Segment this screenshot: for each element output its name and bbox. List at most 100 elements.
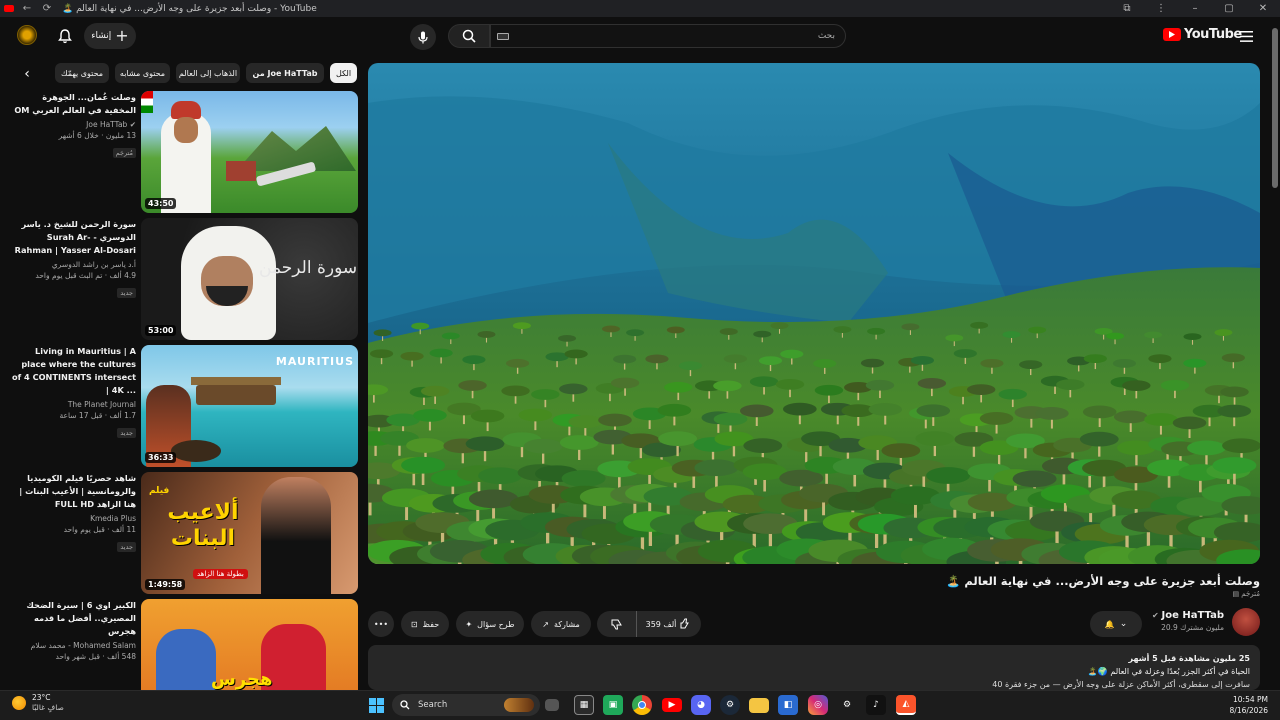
share-button[interactable]: ↗ مشاركة bbox=[531, 611, 591, 637]
chip-go-world[interactable]: الذهاب إلى العالم bbox=[176, 63, 240, 83]
reload-icon[interactable]: ⟳ bbox=[40, 3, 54, 14]
chip-label: الذهاب إلى العالم bbox=[178, 68, 238, 78]
youtube-tab-icon bbox=[4, 5, 14, 12]
extensions-icon[interactable]: ⧉ bbox=[1110, 3, 1144, 14]
video-duration: 53:00 bbox=[145, 325, 177, 336]
close-button[interactable]: ✕ bbox=[1246, 3, 1280, 14]
views-date: 25 مليون مشاهدة قبل 5 أشهر bbox=[1128, 654, 1250, 663]
instagram-icon[interactable]: ◎ bbox=[808, 695, 828, 715]
weather-icon bbox=[12, 696, 26, 710]
avatar[interactable] bbox=[17, 25, 37, 45]
app-icon-blue[interactable]: ◧ bbox=[778, 695, 798, 715]
search-button[interactable] bbox=[448, 24, 490, 48]
chip-from-channel[interactable]: من Joe HaTTab bbox=[246, 63, 324, 83]
chip-all[interactable]: الكل bbox=[330, 63, 357, 83]
video-description[interactable]: 25 مليون مشاهدة قبل 5 أشهر الحياة في أكث… bbox=[368, 645, 1260, 690]
bookmark-icon: ⊡ bbox=[410, 619, 418, 629]
task-view-icon[interactable] bbox=[545, 699, 559, 711]
channel-avatar[interactable] bbox=[1232, 608, 1260, 636]
video-thumbnail[interactable]: فيلم ألاعيب البنات بطولة هنا الزاهد 1:49… bbox=[141, 472, 358, 594]
video-duration: 1:49:58 bbox=[145, 579, 186, 590]
video-title[interactable]: سورة الرحمن للشيخ د. ياسر الدوسري - Sura… bbox=[10, 218, 136, 257]
browser-titlebar: ← ⟳ YouTube - وصلت أبعد جزيرة على وجه ال… bbox=[0, 0, 1280, 17]
chip-label: محتوى مشابه bbox=[119, 68, 166, 78]
thumbnail-text: هجرس bbox=[211, 669, 273, 690]
channel-name[interactable]: Joe HaTTab bbox=[86, 120, 127, 129]
status-badge: جديد bbox=[117, 288, 136, 298]
ask-button[interactable]: ✦ طرح سؤال bbox=[456, 611, 524, 637]
video-thumbnail[interactable]: MAURITIUS 36:33 bbox=[141, 345, 358, 467]
channel-name[interactable]: Kmedia Plus bbox=[10, 514, 136, 523]
video-meta: الكبير اوي 6 | سيرة الضحك المصيري.. أفضل… bbox=[10, 599, 136, 661]
like-button[interactable]: 359 ألف bbox=[637, 611, 701, 637]
file-explorer-icon[interactable] bbox=[749, 698, 769, 713]
subscribe-bell-button[interactable]: 🔔 ⌄ bbox=[1090, 611, 1142, 637]
video-player[interactable] bbox=[368, 63, 1260, 564]
video-thumbnail[interactable]: 43:50 bbox=[141, 91, 358, 213]
back-icon[interactable]: ← bbox=[20, 3, 34, 14]
video-title[interactable]: شاهد حصريًا فيلم الكوميديا والرومانسية |… bbox=[10, 472, 136, 511]
store-icon[interactable]: ▦ bbox=[574, 695, 594, 715]
windows-start-icon[interactable] bbox=[366, 695, 386, 715]
search-input[interactable]: بحث bbox=[490, 24, 846, 48]
save-button[interactable]: ⊡ حفظ bbox=[401, 611, 449, 637]
video-stats: 13 مليون · خلال 6 أشهر bbox=[58, 131, 136, 140]
maximize-button[interactable]: ▢ bbox=[1212, 3, 1246, 14]
status-badge: جديد bbox=[117, 542, 136, 552]
settings-icon[interactable]: ⚙ bbox=[837, 695, 857, 715]
list-item[interactable]: هجرس الكبير اوي 6 | سيرة الضحك المصيري..… bbox=[10, 599, 358, 690]
video-thumbnail[interactable]: سورة الرحمن 53:00 bbox=[141, 218, 358, 340]
system-clock[interactable]: 10:54 PM 8/16/2026 bbox=[1230, 694, 1268, 716]
discord-icon[interactable]: ◕ bbox=[691, 695, 711, 715]
video-meta: وصلت عُمان... الجوهرة المخفية في العالم … bbox=[10, 91, 136, 159]
dislike-button[interactable] bbox=[597, 611, 637, 637]
thumbnail-text: MAURITIUS bbox=[275, 355, 354, 368]
clock-date: 8/16/2026 bbox=[1229, 706, 1268, 715]
hamburger-menu-icon[interactable] bbox=[1236, 27, 1256, 45]
ask-label: طرح سؤال bbox=[477, 619, 515, 629]
chip-more-interest[interactable]: محتوى يهمّك bbox=[55, 63, 109, 83]
video-duration: 36:33 bbox=[145, 452, 177, 463]
channel-name[interactable]: Joe HaTTab bbox=[1162, 610, 1224, 621]
channel-name[interactable]: أ.د ياسر بن راشد الدوسري bbox=[10, 260, 136, 269]
keyboard-icon[interactable] bbox=[497, 33, 509, 40]
weather-widget[interactable]: 23°C صافٍ غالبًا bbox=[12, 693, 64, 713]
taskbar-search[interactable]: Search bbox=[392, 694, 540, 716]
dislike-icon bbox=[611, 619, 622, 630]
list-item[interactable]: سورة الرحمن 53:00 سورة الرحمن للشيخ د. ي… bbox=[10, 218, 358, 340]
page-scrollbar[interactable] bbox=[1272, 28, 1278, 188]
subtitle-tag: ▤ مُترجَم bbox=[1232, 590, 1260, 598]
tiktok-icon[interactable]: ♪ bbox=[866, 695, 886, 715]
app-icon-green[interactable]: ▣ bbox=[603, 695, 623, 715]
list-item[interactable]: فيلم ألاعيب البنات بطولة هنا الزاهد 1:49… bbox=[10, 472, 358, 594]
steam-icon[interactable]: ⚙ bbox=[720, 695, 740, 715]
create-button[interactable]: إنشاء + bbox=[84, 23, 136, 49]
list-item[interactable]: MAURITIUS 36:33 Living in Mauritius | A … bbox=[10, 345, 358, 467]
video-title[interactable]: الكبير اوي 6 | سيرة الضحك المصيري.. أفضل… bbox=[10, 599, 136, 638]
voice-search-button[interactable] bbox=[410, 24, 436, 50]
chips-scroll-left-icon[interactable]: ‹ bbox=[18, 64, 36, 84]
video-thumbnail[interactable]: هجرس bbox=[141, 599, 358, 690]
video-title-main: وصلت أبعد جزيرة على وجه الأرض... في نهاي… bbox=[946, 574, 1260, 588]
video-title[interactable]: Living in Mauritius | A place where the … bbox=[10, 345, 136, 397]
youtube-icon[interactable]: ▶ bbox=[662, 698, 682, 712]
microphone-icon bbox=[418, 31, 428, 43]
channel-info: ✔︎ Joe HaTTab 20.9 مليون مشترك bbox=[1152, 610, 1224, 632]
channel-name[interactable]: The Planet Journal bbox=[10, 400, 136, 409]
list-item[interactable]: 43:50 وصلت عُمان... الجوهرة المخفية في ا… bbox=[10, 91, 358, 213]
minimize-button[interactable]: – bbox=[1178, 3, 1212, 14]
channel-name[interactable]: Mohamed Salam - محمد سلام bbox=[10, 641, 136, 650]
chip-similar[interactable]: محتوى مشابه bbox=[115, 63, 170, 83]
weather-text: صافٍ غالبًا bbox=[32, 703, 64, 712]
youtube-logo[interactable]: YouTube bbox=[1163, 27, 1242, 42]
menu-dots-icon[interactable]: ⋮ bbox=[1144, 3, 1178, 14]
chrome-icon[interactable] bbox=[632, 695, 652, 715]
thumbnail-label: فيلم bbox=[149, 486, 170, 496]
thumbnail-tag: بطولة هنا الزاهد bbox=[193, 569, 248, 579]
notifications-bell-icon[interactable] bbox=[55, 26, 75, 46]
more-actions-button[interactable]: ••• bbox=[368, 611, 394, 637]
sparkle-icon: ✦ bbox=[465, 619, 473, 629]
subtitle-icon: ▤ bbox=[1232, 590, 1242, 598]
brave-icon[interactable]: ◭ bbox=[896, 695, 916, 715]
video-title[interactable]: وصلت عُمان... الجوهرة المخفية في العالم … bbox=[10, 91, 136, 117]
